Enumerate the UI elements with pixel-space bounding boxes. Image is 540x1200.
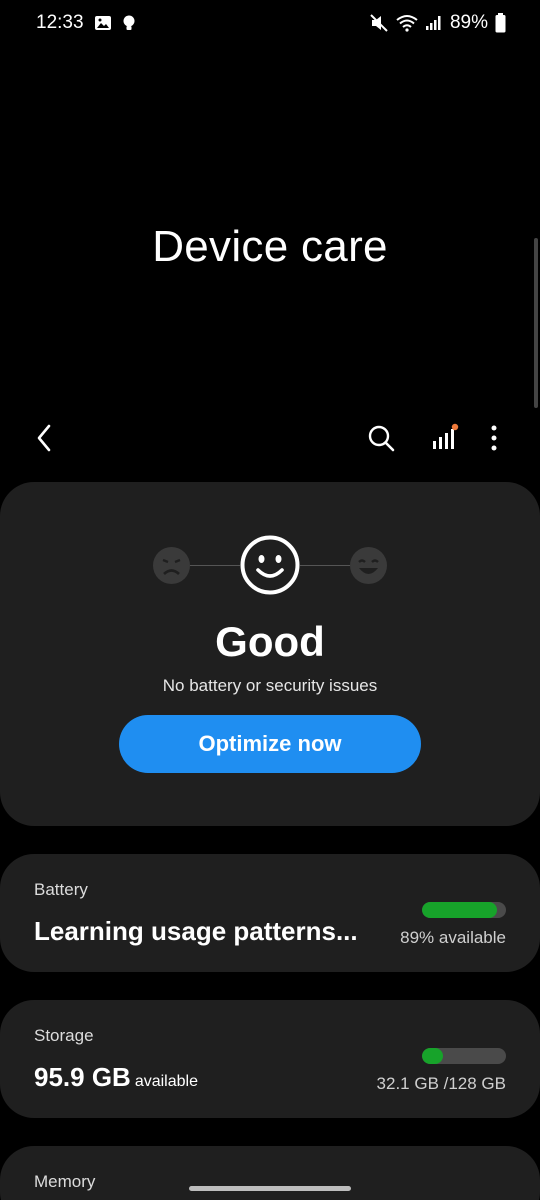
status-faces xyxy=(0,534,540,596)
page-title: Device care xyxy=(152,222,388,271)
storage-card-title: Storage xyxy=(34,1026,94,1045)
happy-face-icon xyxy=(350,547,387,584)
gallery-notification-icon xyxy=(94,15,112,31)
battery-icon xyxy=(495,13,506,33)
storage-available-suffix: available xyxy=(134,1073,198,1090)
battery-card-status: Learning usage patterns... xyxy=(34,916,358,946)
back-button[interactable] xyxy=(18,412,70,464)
face-connector-right xyxy=(300,565,350,566)
memory-card[interactable]: Memory xyxy=(0,1146,540,1200)
more-options-button[interactable] xyxy=(468,412,520,464)
optimize-now-button[interactable]: Optimize now xyxy=(119,715,421,773)
storage-card[interactable]: Storage 95.9 GB available 32.1 GB /128 GB xyxy=(0,1000,540,1118)
storage-usage-fill xyxy=(422,1048,443,1064)
toolbar xyxy=(0,412,540,464)
bar-chart-icon xyxy=(433,423,459,449)
battery-card-title: Battery xyxy=(34,880,88,899)
storage-used: 32.1 GB /128 GB xyxy=(376,1074,506,1093)
status-subtitle: No battery or security issues xyxy=(162,676,378,695)
search-icon xyxy=(368,425,395,452)
battery-percent: 89% xyxy=(449,12,488,33)
clock: 12:33 xyxy=(36,12,84,33)
search-button[interactable] xyxy=(355,412,407,464)
status-right: 89% xyxy=(369,12,506,34)
scroll-indicator xyxy=(534,238,538,408)
notification-dot xyxy=(451,423,459,431)
storage-available: 95.9 GB available xyxy=(34,1062,198,1093)
face-connector-left xyxy=(190,565,240,566)
memory-card-title: Memory xyxy=(34,1172,96,1191)
status-word: Good xyxy=(215,618,325,665)
wifi-icon xyxy=(396,14,418,32)
more-vertical-icon xyxy=(491,425,497,451)
battery-card[interactable]: Battery Learning usage patterns... 89% a… xyxy=(0,854,540,972)
storage-usage-bar xyxy=(422,1048,506,1064)
status-bar: 12:33 89% xyxy=(0,0,540,46)
battery-available: 89% available xyxy=(400,928,506,947)
storage-available-value: 95.9 GB xyxy=(34,1062,131,1092)
status-left: 12:33 xyxy=(36,12,136,34)
bulb-notification-icon xyxy=(122,14,136,32)
signal-icon xyxy=(425,15,443,31)
smile-face-icon xyxy=(240,535,300,595)
battery-level-fill xyxy=(422,902,497,918)
device-status-card: Good No battery or security issues Optim… xyxy=(0,482,540,826)
mute-icon xyxy=(369,13,389,33)
chevron-left-icon xyxy=(37,424,51,452)
gesture-nav-handle[interactable] xyxy=(189,1186,351,1191)
sad-face-icon xyxy=(153,547,190,584)
battery-level-bar xyxy=(422,902,506,918)
reports-button[interactable] xyxy=(418,412,470,464)
